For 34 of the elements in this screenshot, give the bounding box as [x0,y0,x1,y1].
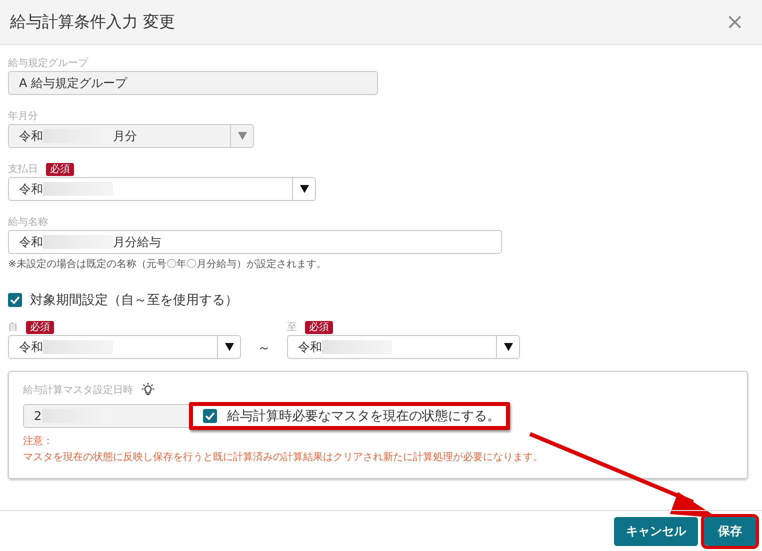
select-field[interactable]: 令和 [287,335,520,359]
field-label: 支払日 [8,162,38,176]
dropdown-caret-icon [224,343,234,351]
redacted-area [322,340,392,354]
checkbox[interactable] [8,293,22,307]
field-label: 給与規定グループ [8,56,88,70]
field-label: 自 [8,321,18,334]
redacted-area [43,182,113,196]
caution-title: 注意： [23,434,54,449]
select-field[interactable]: 令和 [8,335,241,359]
lightbulb-icon [141,383,155,397]
field-label: 至 [287,321,297,334]
dropdown-caret-icon [238,132,246,140]
select-field[interactable]: 令和 [8,177,316,201]
checkbox[interactable] [203,409,217,423]
cancel-button[interactable]: キャンセル [614,517,698,546]
dropdown-caret-icon [300,185,308,193]
dropdown-caret-icon [504,343,512,351]
required-badge: 必須 [305,320,333,334]
field-label: 給与名称 [8,216,48,229]
checkbox-label: 対象期間設定（自～至を使用する） [30,292,238,309]
checkbox-label: 給与計算時必要なマスタを現在の状態にする。 [227,408,500,425]
redacted-area [43,340,113,354]
range-separator: ～ [256,340,272,358]
field-label: 給与計算マスタ設定日時 [23,384,133,397]
required-badge: 必須 [26,320,54,334]
field-label: 年月分 [8,110,38,123]
input-field[interactable]: 令和 月分給与 [8,230,502,254]
required-badge: 必須 [46,162,74,176]
name-note: ※未設定の場合は既定の名称（元号〇年〇月分給与）が設定されます。 [8,258,328,271]
dialog-title: 給与計算条件入力 変更 [10,12,176,32]
save-button[interactable]: 保存 [704,517,756,546]
caution-text: マスタを現在の状態に反映し保存を行うと既に計算済みの計算結果はクリアされ新たに計算処理が必要になります。 [23,450,544,465]
redacted-area [43,235,113,249]
